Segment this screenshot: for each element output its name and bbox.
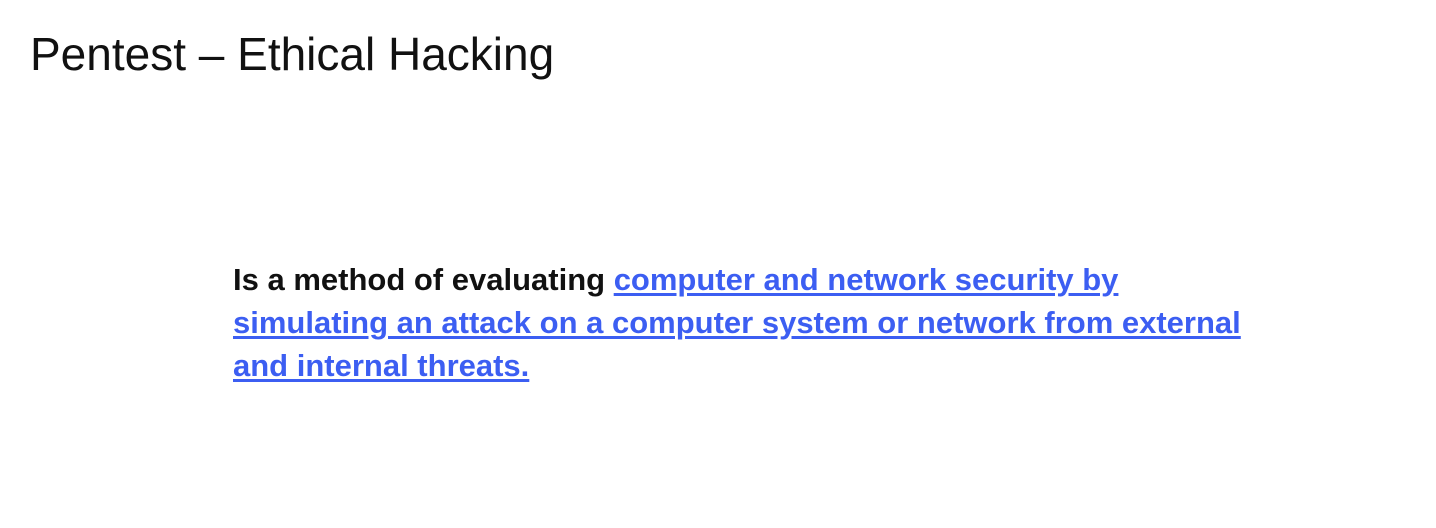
slide-body: Is a method of evaluating computer and n… xyxy=(233,258,1243,387)
slide: Pentest – Ethical Hacking Is a method of… xyxy=(0,0,1436,528)
slide-title: Pentest – Ethical Hacking xyxy=(30,28,555,80)
body-lead-text: Is a method of evaluating xyxy=(233,262,606,297)
